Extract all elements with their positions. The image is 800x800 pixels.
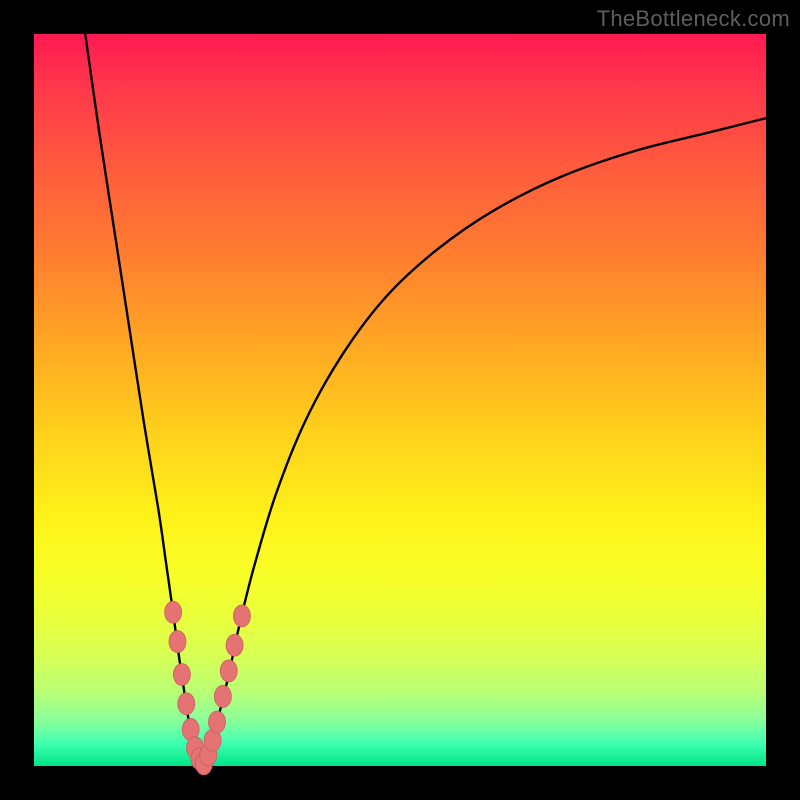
chart-frame: TheBottleneck.com (0, 0, 800, 800)
bottleneck-curve-svg (34, 34, 766, 766)
data-marker (214, 685, 231, 707)
data-marker (220, 660, 237, 682)
data-marker (165, 601, 182, 623)
data-markers-group (165, 601, 251, 775)
watermark-text: TheBottleneck.com (597, 6, 790, 32)
data-marker (173, 664, 190, 686)
plot-area (34, 34, 766, 766)
curve-right-branch (202, 118, 766, 766)
data-marker (169, 631, 186, 653)
curve-left-branch (85, 34, 202, 766)
data-marker (233, 605, 250, 627)
data-marker (178, 693, 195, 715)
data-marker (209, 711, 226, 733)
data-marker (226, 634, 243, 656)
